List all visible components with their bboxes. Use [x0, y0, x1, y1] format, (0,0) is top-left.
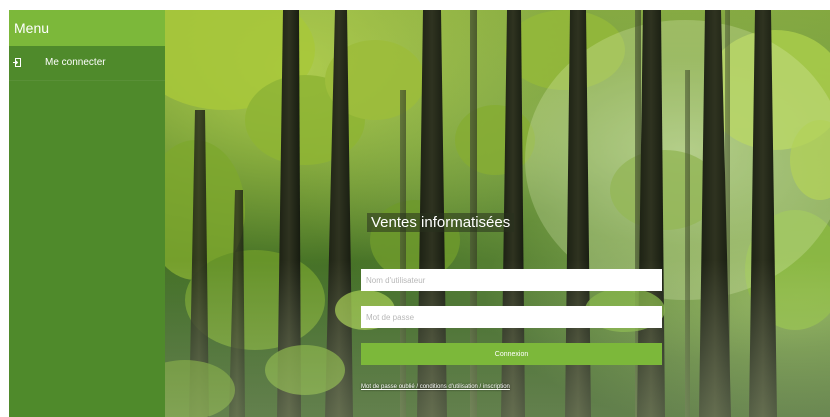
login-door-icon — [13, 58, 21, 67]
menu-header: Menu — [9, 10, 165, 46]
sidebar-item-login[interactable]: Me connecter — [9, 46, 165, 81]
username-input[interactable] — [361, 269, 662, 291]
password-input[interactable] — [361, 306, 662, 328]
connect-button[interactable]: Connexion — [361, 343, 662, 365]
page-title: Ventes informatisées — [367, 213, 515, 232]
app-window: Menu Me connecter Ventes informatisées N… — [9, 10, 830, 417]
sidebar-item-label: Me connecter — [45, 57, 106, 68]
forgot-password-link[interactable]: Mot de passe oublié / conditions d'utili… — [361, 384, 539, 390]
sidebar-menu: Menu Me connecter — [9, 10, 165, 417]
